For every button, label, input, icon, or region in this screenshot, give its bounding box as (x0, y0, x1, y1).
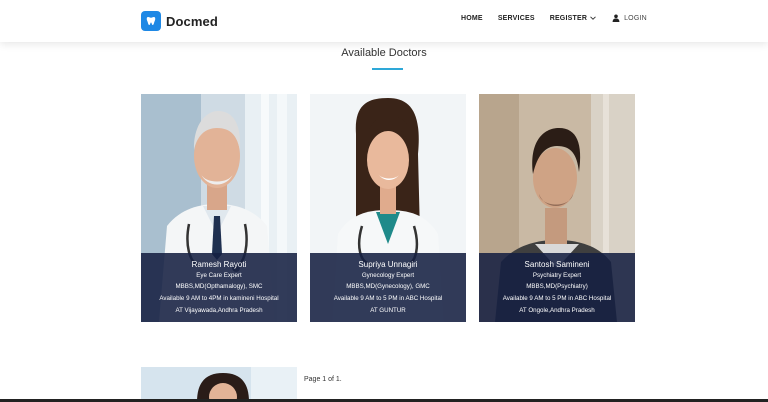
doctor-name: Santosh Samineni (524, 260, 590, 269)
doctor-specialty: Eye Care Expert (196, 272, 242, 279)
title-underline (372, 68, 403, 70)
nav-home-label: HOME (461, 14, 483, 22)
nav-register[interactable]: REGISTER (550, 14, 597, 22)
doctor-card[interactable]: Supriya Unnagiri Gynecology Expert MBBS,… (310, 94, 466, 322)
doctor-qualification: MBBS,MD(Opthamalogy), SMC (175, 283, 263, 290)
doctor-info: Ramesh Rayoti Eye Care Expert MBBS,MD(Op… (141, 253, 297, 322)
page: Docmed HOME SERVICES REGISTER LOGIN Avai… (0, 0, 768, 402)
doctor-qualification: MBBS,MD(Gynecology), GMC (346, 283, 430, 290)
doctor-specialty: Gynecology Expert (361, 272, 415, 279)
doctor-location: AT GUNTUR (370, 307, 406, 314)
doctor-availability: Available 9 AM to 5 PM in ABC Hospital (502, 295, 612, 302)
tooth-logo-icon (141, 11, 161, 31)
doctor-availability: Available 9 AM to 5 PM in ABC Hospital (333, 295, 443, 302)
nav-login-label: LOGIN (624, 14, 647, 22)
user-icon (612, 14, 620, 22)
nav-register-label: REGISTER (549, 14, 588, 22)
brand-name: Docmed (166, 13, 218, 29)
chevron-down-icon (590, 16, 596, 20)
doctor-info: Supriya Unnagiri Gynecology Expert MBBS,… (310, 253, 466, 322)
doctor-name: Ramesh Rayoti (191, 260, 247, 269)
doctor-info: Santosh Samineni Psychiatry Expert MBBS,… (479, 253, 635, 322)
nav-services[interactable]: SERVICES (498, 15, 535, 22)
doctor-location: AT Vijayawada,Andhra Pradesh (175, 307, 263, 314)
section-title: Available Doctors (341, 47, 427, 59)
nav-services-label: SERVICES (497, 14, 535, 22)
doctor-card[interactable]: Santosh Samineni Psychiatry Expert MBBS,… (479, 94, 635, 322)
doctor-qualification: MBBS,MD(Psychiatry) (526, 283, 588, 290)
main-nav: HOME SERVICES REGISTER LOGIN (461, 14, 662, 22)
brand[interactable]: Docmed (141, 11, 218, 31)
nav-login[interactable]: LOGIN (612, 14, 647, 22)
doctor-specialty: Psychiatry Expert (532, 272, 582, 279)
doctor-name: Supriya Unnagiri (358, 260, 418, 269)
doctor-card-partial[interactable] (141, 367, 297, 402)
doctor-photo (141, 367, 297, 402)
doctor-availability: Available 9 AM to 4PM in kamineni Hospit… (159, 295, 279, 302)
pagination-info: Page 1 of 1. (304, 376, 342, 383)
nav-home[interactable]: HOME (461, 15, 483, 22)
doctor-card[interactable]: Ramesh Rayoti Eye Care Expert MBBS,MD(Op… (141, 94, 297, 322)
doctor-location: AT Ongole,Andhra Pradesh (519, 307, 595, 314)
top-navbar: Docmed HOME SERVICES REGISTER LOGIN (0, 0, 768, 42)
